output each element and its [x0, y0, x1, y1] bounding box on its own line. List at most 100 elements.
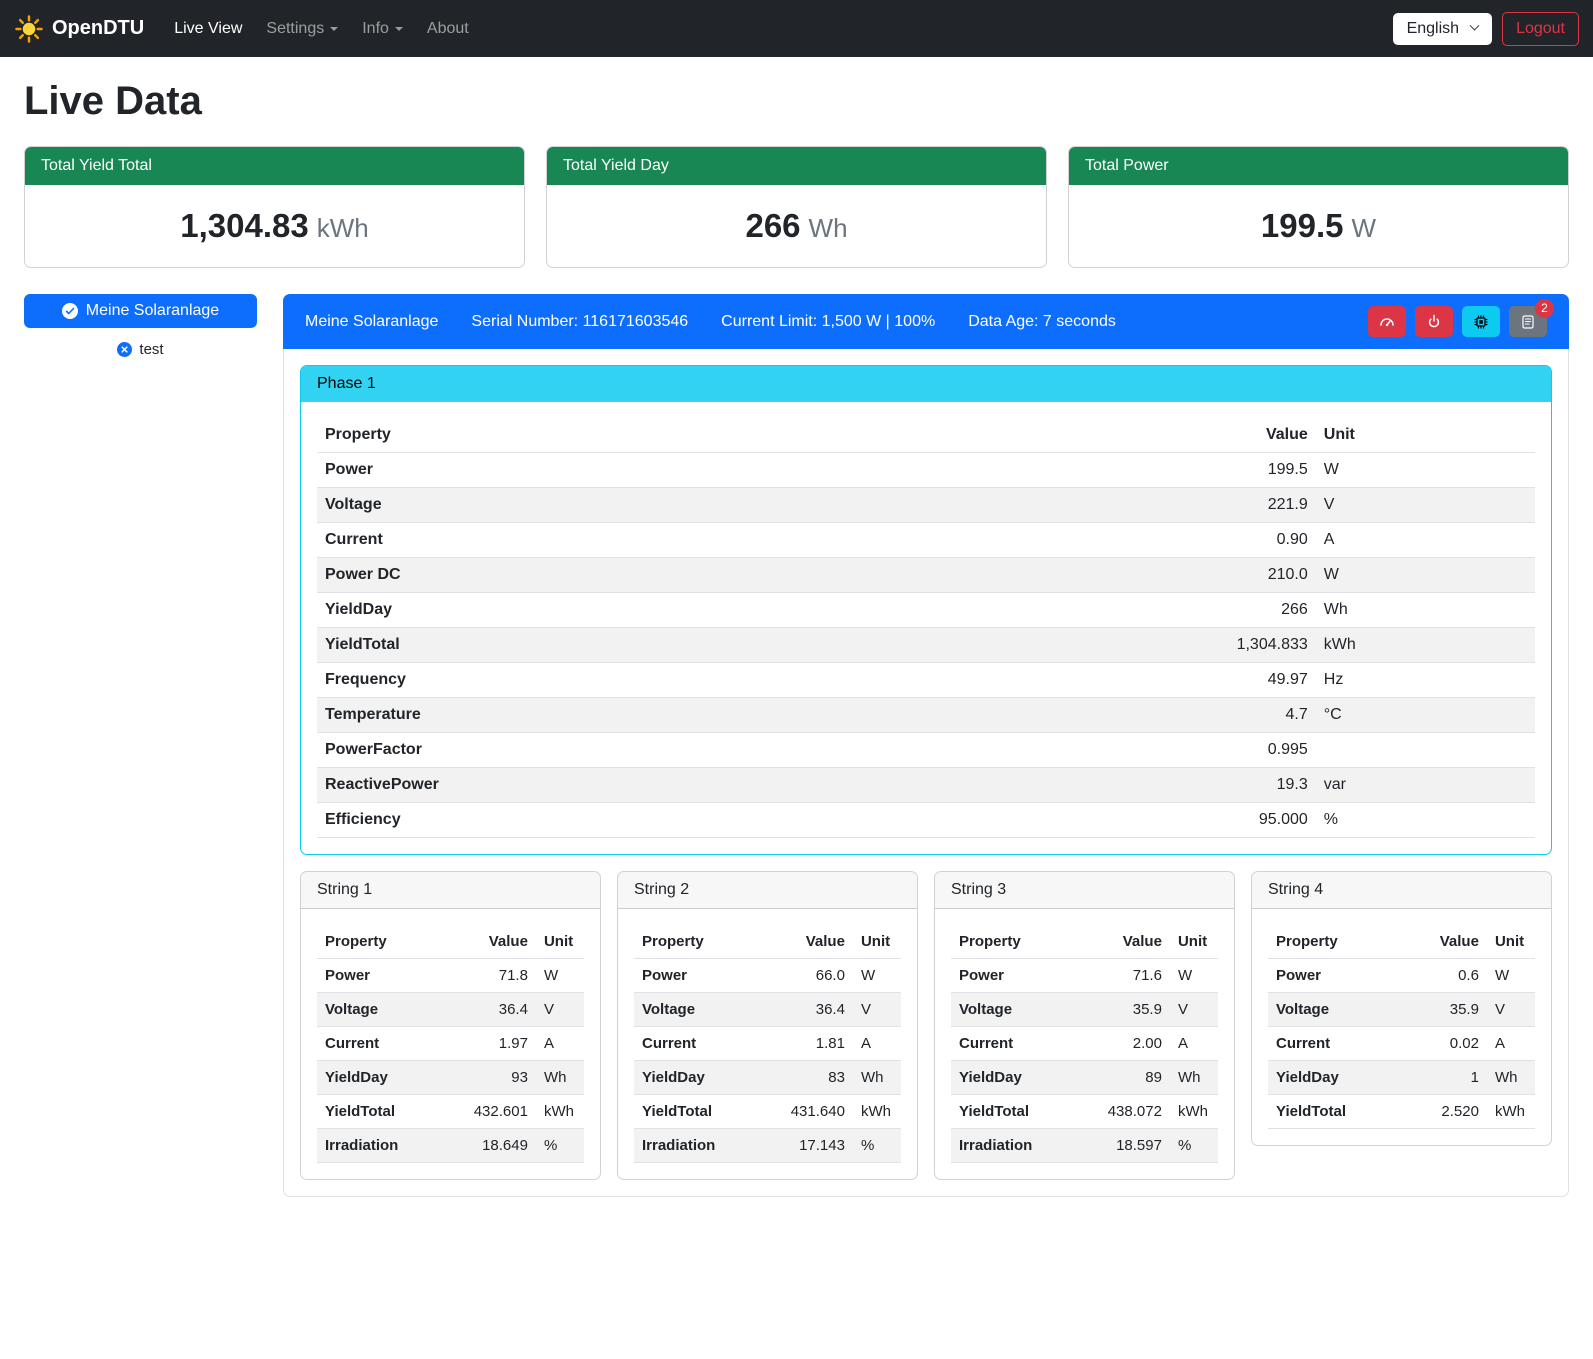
table-row: ReactivePower 19.3 var: [317, 768, 1535, 803]
table-row: YieldTotal 2.520 kWh: [1268, 1095, 1535, 1129]
property-value: 93: [440, 1061, 536, 1095]
property-unit: V: [1487, 993, 1535, 1027]
property-unit: Wh: [853, 1061, 901, 1095]
property-value: 431.640: [757, 1095, 853, 1129]
property-unit: A: [1170, 1027, 1218, 1061]
table-row: Power 71.6 W: [951, 959, 1218, 993]
cpu-icon: [1473, 314, 1489, 330]
language-select[interactable]: English: [1393, 13, 1492, 45]
nav-item-about[interactable]: About: [417, 12, 479, 46]
property-name: YieldTotal: [634, 1095, 757, 1129]
property-value: 83: [757, 1061, 853, 1095]
string-table: Property Value Unit Power: [317, 925, 584, 1163]
property-value: 221.9: [915, 488, 1316, 523]
string-card-2: String 2 Property Value Unit: [617, 871, 918, 1180]
logout-button[interactable]: Logout: [1502, 12, 1579, 46]
property-unit: A: [1316, 523, 1535, 558]
property-value: 1.81: [757, 1027, 853, 1061]
property-unit: [1316, 733, 1535, 768]
table-row: Voltage 35.9 V: [951, 993, 1218, 1027]
property-name: Irradiation: [951, 1129, 1074, 1163]
column-value: Value: [1074, 925, 1170, 959]
summary-value: 199.5: [1261, 207, 1344, 244]
event-log-button[interactable]: 2: [1509, 306, 1547, 337]
property-value: 199.5: [915, 453, 1316, 488]
summary-card-title: Total Yield Day: [547, 147, 1046, 185]
power-button[interactable]: [1415, 306, 1453, 337]
property-unit: V: [1170, 993, 1218, 1027]
nav-item-info[interactable]: Info: [352, 12, 413, 46]
table-row: Voltage 35.9 V: [1268, 993, 1535, 1027]
column-value: Value: [1401, 925, 1487, 959]
table-row: YieldTotal 432.601 kWh: [317, 1095, 584, 1129]
string-table: Property Value Unit Power: [1268, 925, 1535, 1129]
table-row: YieldDay 93 Wh: [317, 1061, 584, 1095]
string-table-body: Power 66.0 W Voltage 36.4 V: [634, 959, 901, 1163]
property-name: YieldDay: [951, 1061, 1074, 1095]
property-value: 266: [915, 593, 1316, 628]
property-unit: W: [536, 959, 584, 993]
property-name: Voltage: [1268, 993, 1401, 1027]
column-unit: Unit: [1316, 418, 1535, 453]
property-unit: %: [1170, 1129, 1218, 1163]
string-table-body: Power 71.8 W Voltage 36.4 V: [317, 959, 584, 1163]
inverter-selector-test[interactable]: test: [24, 341, 257, 358]
brand[interactable]: OpenDTU: [14, 14, 144, 44]
table-header-row: Property Value Unit: [951, 925, 1218, 959]
string-card-3: String 3 Property Value Unit: [934, 871, 1235, 1180]
property-name: Current: [317, 1027, 440, 1061]
property-unit: A: [1487, 1027, 1535, 1061]
summary-value: 1,304.83: [180, 207, 308, 244]
property-name: Frequency: [317, 663, 915, 698]
property-name: YieldTotal: [1268, 1095, 1401, 1129]
nav-right: English Logout: [1393, 12, 1579, 46]
property-unit: Hz: [1316, 663, 1535, 698]
inverter-name-label: Meine Solaranlage: [86, 302, 219, 320]
column-property: Property: [634, 925, 757, 959]
property-name: Power: [317, 453, 915, 488]
language-value: English: [1407, 20, 1459, 38]
property-unit: A: [853, 1027, 901, 1061]
inverter-panel: Meine Solaranlage Serial Number: 1161716…: [283, 294, 1569, 1197]
table-row: YieldDay 1 Wh: [1268, 1061, 1535, 1095]
property-value: 36.4: [757, 993, 853, 1027]
property-name: Power: [1268, 959, 1401, 993]
table-row: PowerFactor 0.995: [317, 733, 1535, 768]
nav-item-settings[interactable]: Settings: [256, 12, 348, 46]
string-card-body: Property Value Unit Power: [301, 909, 600, 1179]
property-name: YieldTotal: [317, 1095, 440, 1129]
x-circle-icon: [117, 342, 132, 357]
inverter-name-label: test: [139, 341, 163, 358]
summary-card-body: 1,304.83kWh: [25, 185, 524, 267]
table-row: Power DC 210.0 W: [317, 558, 1535, 593]
nav-item-live-view[interactable]: Live View: [164, 12, 252, 46]
property-value: 210.0: [915, 558, 1316, 593]
summary-card-body: 199.5W: [1069, 185, 1568, 267]
column-unit: Unit: [536, 925, 584, 959]
strings-grid: String 1 Property Value Unit: [300, 871, 1552, 1180]
property-value: 1: [1401, 1061, 1487, 1095]
phase-table-body: Power 199.5 W Voltage 221.9 V: [317, 453, 1535, 838]
summary-card-title: Total Yield Total: [25, 147, 524, 185]
property-name: Irradiation: [634, 1129, 757, 1163]
device-info-button[interactable]: [1462, 306, 1500, 337]
property-value: 0.6: [1401, 959, 1487, 993]
limit-settings-button[interactable]: [1368, 306, 1406, 337]
inverter-selector-selected[interactable]: Meine Solaranlage: [24, 294, 257, 328]
property-value: 432.601: [440, 1095, 536, 1129]
chevron-down-icon: [395, 27, 403, 31]
property-unit: Wh: [536, 1061, 584, 1095]
table-header-row: Property Value Unit: [317, 925, 584, 959]
property-unit: var: [1316, 768, 1535, 803]
navbar: OpenDTU Live View Settings Info About En…: [0, 0, 1593, 57]
inverter-panel-header: Meine Solaranlage Serial Number: 1161716…: [283, 294, 1569, 349]
property-unit: W: [1170, 959, 1218, 993]
property-name: YieldDay: [1268, 1061, 1401, 1095]
column-property: Property: [317, 925, 440, 959]
property-unit: V: [1316, 488, 1535, 523]
nav-item-label: About: [427, 20, 469, 38]
string-card-title: String 4: [1252, 872, 1551, 909]
property-name: YieldDay: [317, 1061, 440, 1095]
sun-logo-icon: [14, 14, 44, 44]
property-value: 0.02: [1401, 1027, 1487, 1061]
